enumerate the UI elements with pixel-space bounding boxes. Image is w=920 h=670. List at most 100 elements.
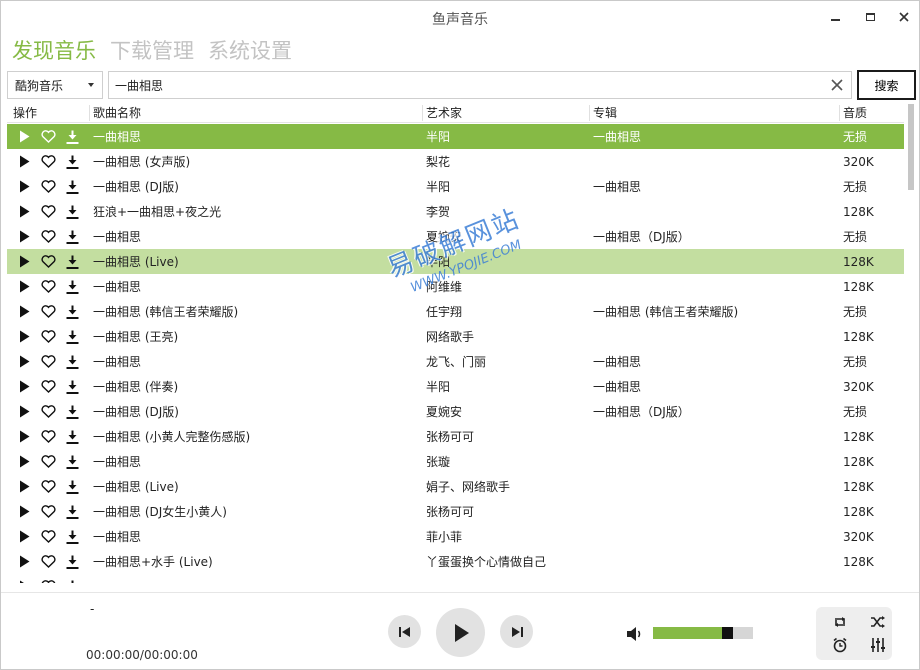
music-source-select[interactable]: 酷狗音乐	[7, 71, 103, 99]
table-row[interactable]: 一曲相思 (小黄人完整伤感版) 张杨可可 128K	[7, 424, 904, 449]
play-icon[interactable]	[16, 228, 32, 245]
table-row[interactable]: 一曲相思 (DJ版) 半阳 一曲相思 无损	[7, 174, 904, 199]
heart-icon[interactable]	[40, 403, 56, 420]
play-icon[interactable]	[16, 578, 32, 583]
search-input[interactable]	[115, 76, 815, 95]
play-icon[interactable]	[16, 278, 32, 295]
download-icon[interactable]	[64, 378, 80, 395]
table-row[interactable]: 一曲相思 半阳 一曲相思 无损	[7, 124, 904, 149]
play-icon[interactable]	[16, 378, 32, 395]
heart-icon[interactable]	[40, 178, 56, 195]
download-icon[interactable]	[64, 328, 80, 345]
repeat-button[interactable]	[829, 613, 851, 631]
close-button[interactable]	[893, 7, 915, 27]
heart-icon[interactable]	[40, 203, 56, 220]
table-row[interactable]: 一曲相思 (韩信王者荣耀版) 任宇翔 一曲相思 (韩信王者荣耀版) 无损	[7, 299, 904, 324]
heart-icon[interactable]	[40, 503, 56, 520]
play-icon[interactable]	[16, 253, 32, 270]
header-album[interactable]: 专辑	[593, 106, 617, 121]
heart-icon[interactable]	[40, 353, 56, 370]
volume-icon[interactable]	[626, 626, 644, 642]
download-icon[interactable]	[64, 403, 80, 420]
download-icon[interactable]	[64, 453, 80, 470]
maximize-button[interactable]	[859, 7, 881, 27]
table-row[interactable]: 狂浪+一曲相思+夜之光 李贺 128K	[7, 199, 904, 224]
play-icon[interactable]	[16, 153, 32, 170]
heart-icon[interactable]	[40, 478, 56, 495]
tab-download-manager[interactable]: 下载管理	[110, 37, 194, 67]
header-artist[interactable]: 艺术家	[426, 106, 462, 121]
tab-system-settings[interactable]: 系统设置	[208, 37, 292, 67]
volume-slider[interactable]	[653, 627, 753, 639]
timer-button[interactable]	[829, 636, 851, 654]
heart-icon[interactable]	[40, 128, 56, 145]
download-icon[interactable]	[64, 303, 80, 320]
download-icon[interactable]	[64, 353, 80, 370]
download-icon[interactable]	[64, 528, 80, 545]
download-icon[interactable]	[64, 253, 80, 270]
header-song-name[interactable]: 歌曲名称	[93, 106, 141, 121]
heart-icon[interactable]	[40, 378, 56, 395]
download-icon[interactable]	[64, 203, 80, 220]
shuffle-button[interactable]	[867, 613, 889, 631]
heart-icon[interactable]	[40, 253, 56, 270]
column-divider[interactable]	[839, 105, 840, 121]
heart-icon[interactable]	[40, 328, 56, 345]
download-icon[interactable]	[64, 128, 80, 145]
column-divider[interactable]	[422, 105, 423, 121]
heart-icon[interactable]	[40, 453, 56, 470]
volume-handle[interactable]	[722, 627, 733, 639]
download-icon[interactable]	[64, 478, 80, 495]
equalizer-button[interactable]	[867, 636, 889, 654]
heart-icon[interactable]	[40, 528, 56, 545]
play-button[interactable]	[436, 608, 485, 657]
heart-icon[interactable]	[40, 303, 56, 320]
column-divider[interactable]	[589, 105, 590, 121]
play-icon[interactable]	[16, 328, 32, 345]
minimize-button[interactable]	[824, 7, 846, 27]
download-icon[interactable]	[64, 153, 80, 170]
play-icon[interactable]	[16, 203, 32, 220]
search-button[interactable]: 搜索	[857, 70, 916, 100]
table-row[interactable]: 一曲相思 (Live) 娟子、网络歌手 128K	[7, 474, 904, 499]
play-icon[interactable]	[16, 528, 32, 545]
play-icon[interactable]	[16, 503, 32, 520]
previous-button[interactable]	[388, 615, 421, 648]
table-row[interactable]: 一曲相思 (王亮) 网络歌手 128K	[7, 324, 904, 349]
play-icon[interactable]	[16, 178, 32, 195]
play-icon[interactable]	[16, 478, 32, 495]
table-row[interactable]: 一曲相思 (女声版) 梨花 320K	[7, 149, 904, 174]
column-divider[interactable]	[89, 105, 90, 121]
table-row[interactable]: 一曲相思 菲小菲 320K	[7, 524, 904, 549]
download-icon[interactable]	[64, 578, 80, 583]
table-row[interactable]: 一曲相思 龙飞、门丽 一曲相思 无损	[7, 349, 904, 374]
download-icon[interactable]	[64, 503, 80, 520]
play-icon[interactable]	[16, 303, 32, 320]
scrollbar-thumb[interactable]	[908, 104, 914, 190]
table-row[interactable]: 一曲相思 (伴奏) 半阳 一曲相思 320K	[7, 374, 904, 399]
next-button[interactable]	[500, 615, 533, 648]
header-quality[interactable]: 音质	[843, 106, 867, 121]
download-icon[interactable]	[64, 278, 80, 295]
heart-icon[interactable]	[40, 153, 56, 170]
download-icon[interactable]	[64, 553, 80, 570]
play-icon[interactable]	[16, 453, 32, 470]
table-row[interactable]: 一曲相思 张璇 128K	[7, 449, 904, 474]
play-icon[interactable]	[16, 553, 32, 570]
table-row[interactable]: 一曲相思 阿维维 128K	[7, 274, 904, 299]
download-icon[interactable]	[64, 178, 80, 195]
tab-discover-music[interactable]: 发现音乐	[12, 37, 96, 67]
play-icon[interactable]	[16, 353, 32, 370]
download-icon[interactable]	[64, 228, 80, 245]
table-row[interactable]: 一曲相思 (DJ版) 夏婉安 一曲相思（DJ版） 无损	[7, 399, 904, 424]
table-row[interactable]: 一曲相思+水手 (Live) 丫蛋蛋换个心情做自己 128K	[7, 549, 904, 574]
table-scrollbar[interactable]	[905, 103, 917, 583]
table-row[interactable]	[7, 574, 904, 583]
clear-icon[interactable]	[827, 75, 847, 95]
heart-icon[interactable]	[40, 278, 56, 295]
table-row[interactable]: 一曲相思 (Live) 半阳 128K	[7, 249, 904, 274]
play-icon[interactable]	[16, 128, 32, 145]
table-row[interactable]: 一曲相思 夏婉安 一曲相思（DJ版） 无损	[7, 224, 904, 249]
heart-icon[interactable]	[40, 428, 56, 445]
table-row[interactable]: 一曲相思 (DJ女生小黄人) 张杨可可 128K	[7, 499, 904, 524]
